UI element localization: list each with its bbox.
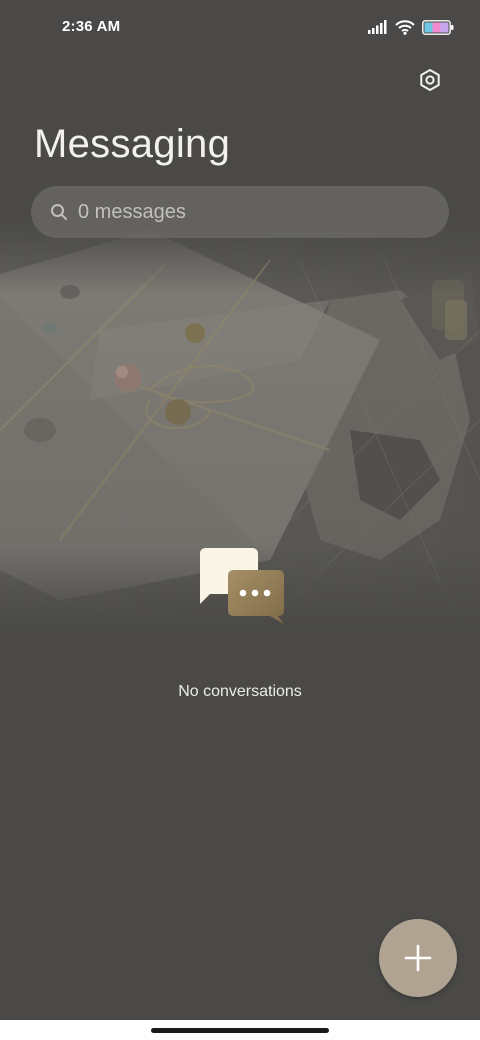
empty-state-text: No conversations [178,683,302,700]
search-icon [49,202,69,222]
signal-icon [368,20,387,34]
messaging-screen: 2:36 AM Messaging 0 messages No conversa… [0,0,480,1040]
search-bar[interactable]: 0 messages [31,186,449,238]
plus-icon [404,944,432,972]
status-icons [368,17,454,37]
wifi-icon [395,19,415,35]
home-indicator[interactable] [151,1028,329,1033]
settings-icon [420,69,440,91]
battery-icon [422,19,454,35]
chat-bubbles-icon [200,548,284,624]
new-conversation-button[interactable] [379,919,457,997]
navigation-bar [0,1020,480,1040]
status-time: 2:36 AM [62,18,121,35]
settings-button[interactable] [414,64,446,96]
status-bar: 2:36 AM [0,0,480,56]
search-input[interactable]: 0 messages [78,201,186,224]
page-title: Messaging [34,122,231,166]
